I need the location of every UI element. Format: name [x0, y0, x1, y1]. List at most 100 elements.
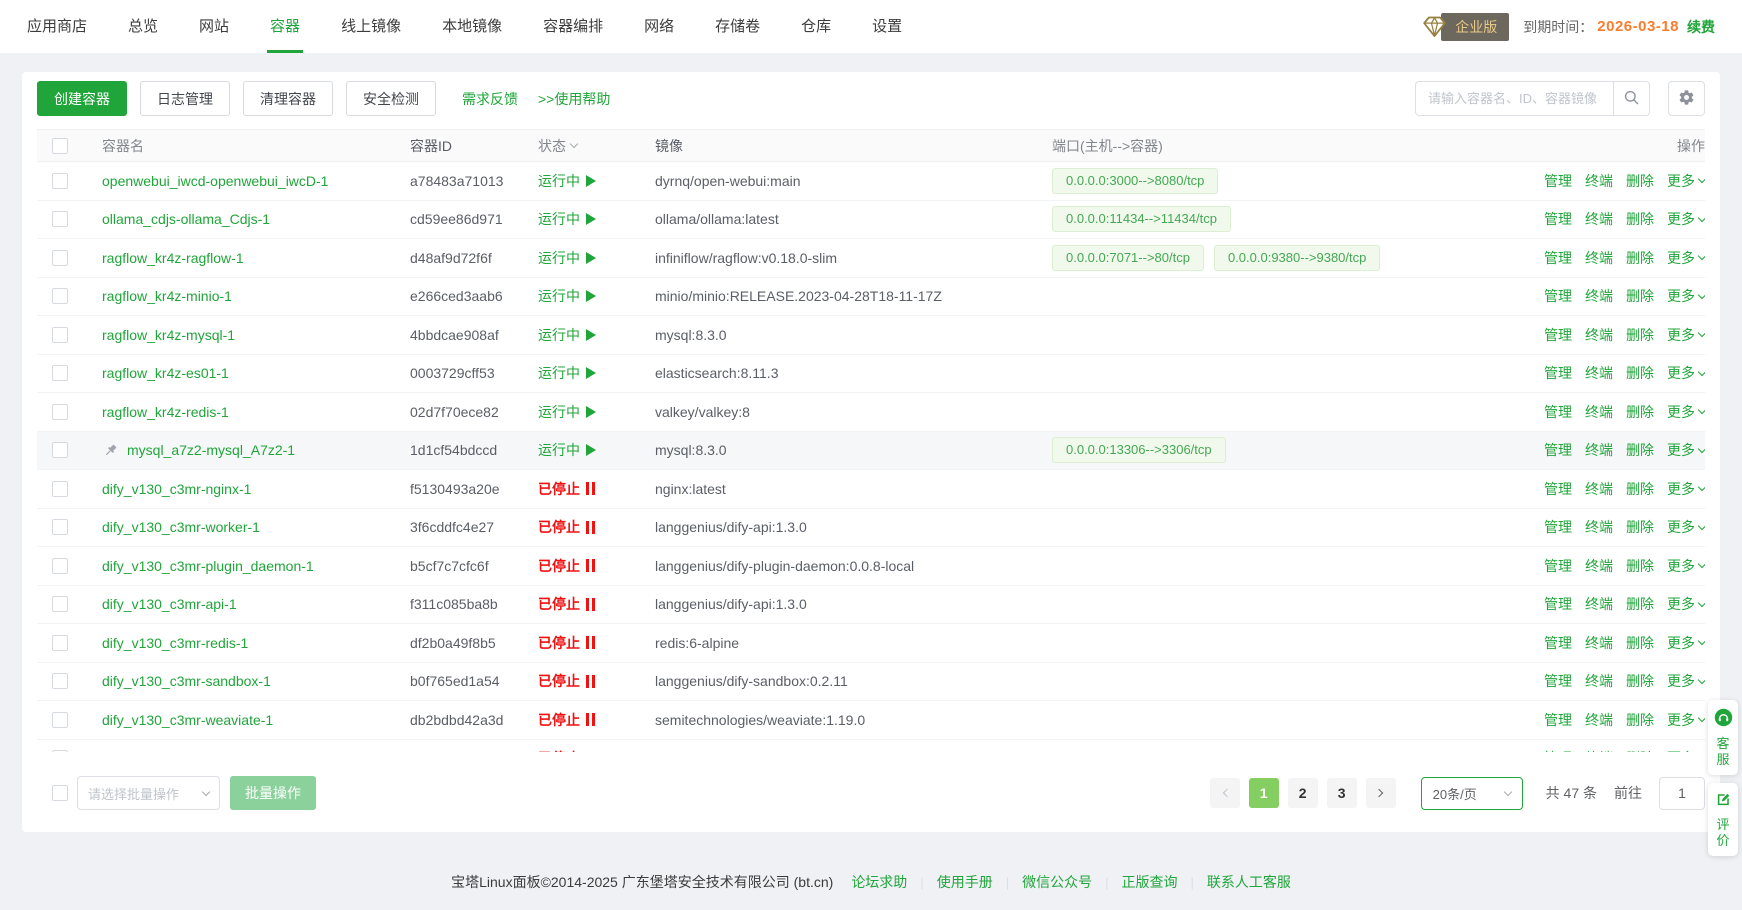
rate-widget[interactable]: 评价	[1708, 783, 1738, 856]
table-settings-button[interactable]	[1668, 81, 1705, 116]
container-name-link[interactable]: dify_v130_c3mr-web-1	[102, 750, 244, 752]
delete-link[interactable]: 删除	[1626, 209, 1654, 229]
row-checkbox[interactable]	[52, 750, 68, 752]
page-button-2[interactable]: 2	[1288, 778, 1318, 808]
page-button-1[interactable]: 1	[1249, 778, 1279, 808]
more-link[interactable]: 更多	[1667, 633, 1705, 653]
container-name-link[interactable]: dify_v130_c3mr-sandbox-1	[102, 673, 271, 689]
delete-link[interactable]: 删除	[1626, 556, 1654, 576]
nav-item-2[interactable]: 总览	[128, 0, 158, 53]
row-checkbox[interactable]	[52, 635, 68, 651]
delete-link[interactable]: 删除	[1626, 594, 1654, 614]
terminal-link[interactable]: 终端	[1585, 171, 1613, 191]
nav-item-3[interactable]: 网站	[199, 0, 229, 53]
terminal-link[interactable]: 终端	[1585, 325, 1613, 345]
nav-item-7[interactable]: 容器编排	[543, 0, 603, 53]
create-container-button[interactable]: 创建容器	[37, 81, 127, 116]
batch-select-all-checkbox[interactable]	[52, 785, 68, 801]
page-size-select[interactable]: 20条/页	[1421, 777, 1523, 810]
more-link[interactable]: 更多	[1667, 325, 1705, 345]
row-checkbox[interactable]	[52, 288, 68, 304]
footer-link-5[interactable]: 联系人工客服	[1207, 872, 1291, 892]
row-checkbox[interactable]	[52, 481, 68, 497]
container-name-link[interactable]: mysql_a7z2-mysql_A7z2-1	[127, 442, 295, 458]
container-name-link[interactable]: ragflow_kr4z-redis-1	[102, 404, 229, 420]
row-checkbox[interactable]	[52, 211, 68, 227]
container-name-link[interactable]: dify_v130_c3mr-nginx-1	[102, 481, 251, 497]
container-name-link[interactable]: ragflow_kr4z-mysql-1	[102, 327, 235, 343]
delete-link[interactable]: 删除	[1626, 479, 1654, 499]
nav-item-1[interactable]: 应用商店	[27, 0, 87, 53]
more-link[interactable]: 更多	[1667, 748, 1705, 752]
delete-link[interactable]: 删除	[1626, 748, 1654, 752]
more-link[interactable]: 更多	[1667, 440, 1705, 460]
customer-service-widget[interactable]: 客服	[1708, 700, 1738, 775]
search-input[interactable]	[1415, 81, 1613, 116]
more-link[interactable]: 更多	[1667, 209, 1705, 229]
container-name-link[interactable]: dify_v130_c3mr-api-1	[102, 596, 237, 612]
delete-link[interactable]: 删除	[1626, 633, 1654, 653]
manage-link[interactable]: 管理	[1544, 440, 1572, 460]
more-link[interactable]: 更多	[1667, 517, 1705, 537]
select-all-checkbox[interactable]	[52, 138, 68, 154]
terminal-link[interactable]: 终端	[1585, 402, 1613, 422]
next-page-button[interactable]	[1366, 778, 1396, 808]
terminal-link[interactable]: 终端	[1585, 556, 1613, 576]
row-checkbox[interactable]	[52, 365, 68, 381]
manage-link[interactable]: 管理	[1544, 325, 1572, 345]
terminal-link[interactable]: 终端	[1585, 517, 1613, 537]
more-link[interactable]: 更多	[1667, 556, 1705, 576]
more-link[interactable]: 更多	[1667, 671, 1705, 691]
container-name-link[interactable]: dify_v130_c3mr-redis-1	[102, 635, 248, 651]
row-checkbox[interactable]	[52, 173, 68, 189]
nav-item-10[interactable]: 仓库	[801, 0, 831, 53]
delete-link[interactable]: 删除	[1626, 325, 1654, 345]
container-name-link[interactable]: ollama_cdjs-ollama_Cdjs-1	[102, 211, 270, 227]
container-name-link[interactable]: dify_v130_c3mr-plugin_daemon-1	[102, 558, 314, 574]
clean-container-button[interactable]: 清理容器	[243, 81, 333, 116]
row-checkbox[interactable]	[52, 404, 68, 420]
more-link[interactable]: 更多	[1667, 248, 1705, 268]
more-link[interactable]: 更多	[1667, 594, 1705, 614]
manage-link[interactable]: 管理	[1544, 248, 1572, 268]
terminal-link[interactable]: 终端	[1585, 594, 1613, 614]
manage-link[interactable]: 管理	[1544, 171, 1572, 191]
delete-link[interactable]: 删除	[1626, 248, 1654, 268]
row-checkbox[interactable]	[52, 250, 68, 266]
page-button-3[interactable]: 3	[1327, 778, 1357, 808]
delete-link[interactable]: 删除	[1626, 671, 1654, 691]
manage-link[interactable]: 管理	[1544, 671, 1572, 691]
row-checkbox[interactable]	[52, 673, 68, 689]
terminal-link[interactable]: 终端	[1585, 671, 1613, 691]
manage-link[interactable]: 管理	[1544, 402, 1572, 422]
log-manage-button[interactable]: 日志管理	[140, 81, 230, 116]
nav-item-4[interactable]: 容器	[270, 0, 300, 53]
delete-link[interactable]: 删除	[1626, 286, 1654, 306]
batch-operation-select[interactable]: 请选择批量操作	[77, 776, 220, 810]
footer-link-1[interactable]: 论坛求助	[851, 872, 907, 892]
delete-link[interactable]: 删除	[1626, 440, 1654, 460]
terminal-link[interactable]: 终端	[1585, 286, 1613, 306]
manage-link[interactable]: 管理	[1544, 286, 1572, 306]
row-checkbox[interactable]	[52, 442, 68, 458]
delete-link[interactable]: 删除	[1626, 171, 1654, 191]
container-name-link[interactable]: ragflow_kr4z-es01-1	[102, 365, 229, 381]
footer-link-2[interactable]: 使用手册	[937, 872, 993, 892]
delete-link[interactable]: 删除	[1626, 363, 1654, 383]
container-name-link[interactable]: ragflow_kr4z-ragflow-1	[102, 250, 244, 266]
prev-page-button[interactable]	[1210, 778, 1240, 808]
delete-link[interactable]: 删除	[1626, 402, 1654, 422]
nav-item-6[interactable]: 本地镜像	[442, 0, 502, 53]
terminal-link[interactable]: 终端	[1585, 440, 1613, 460]
security-check-button[interactable]: 安全检测	[346, 81, 436, 116]
row-checkbox[interactable]	[52, 327, 68, 343]
terminal-link[interactable]: 终端	[1585, 209, 1613, 229]
terminal-link[interactable]: 终端	[1585, 248, 1613, 268]
renew-link[interactable]: 续费	[1687, 17, 1715, 37]
terminal-link[interactable]: 终端	[1585, 748, 1613, 752]
nav-item-5[interactable]: 线上镜像	[341, 0, 401, 53]
manage-link[interactable]: 管理	[1544, 517, 1572, 537]
nav-item-9[interactable]: 存储卷	[715, 0, 760, 53]
manage-link[interactable]: 管理	[1544, 479, 1572, 499]
delete-link[interactable]: 删除	[1626, 517, 1654, 537]
